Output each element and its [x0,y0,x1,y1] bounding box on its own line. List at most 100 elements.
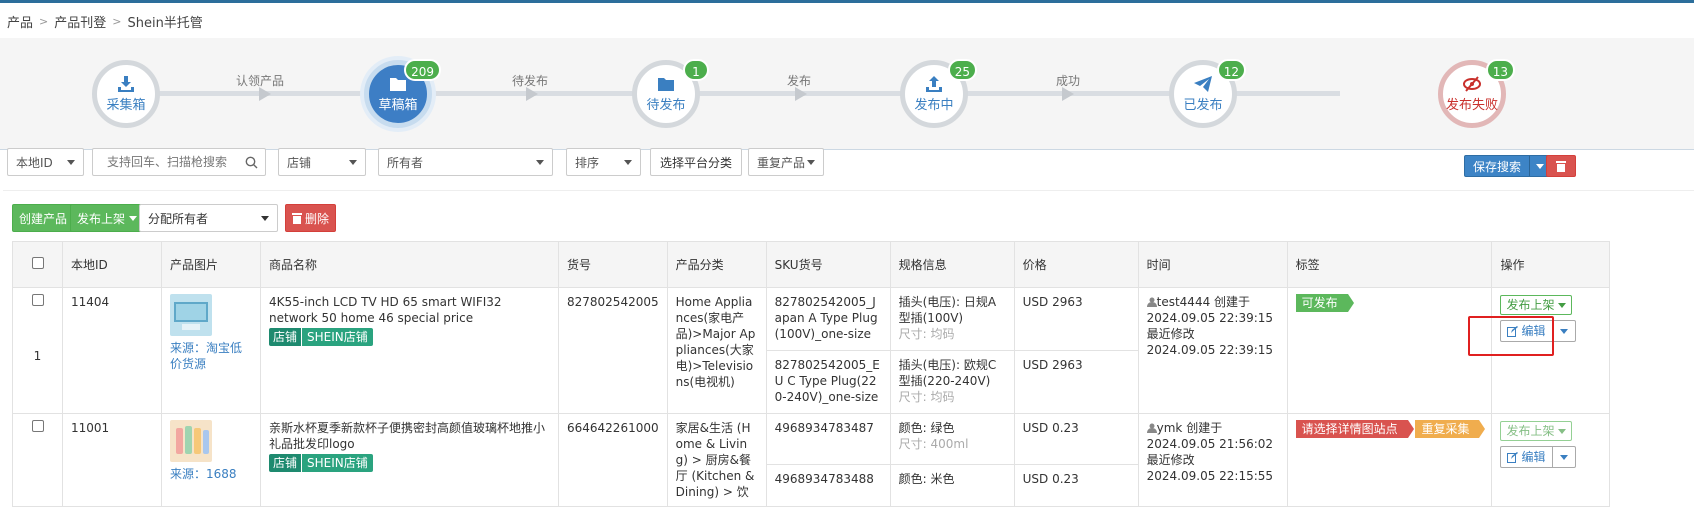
step-pending-publish[interactable]: 待发布 1 [632,59,709,128]
column-header: 标签 [1286,241,1493,288]
row-select-cell [12,413,63,507]
count-badge: 13 [1485,59,1515,81]
breadcrumb-item-shein: Shein半托管 [127,15,203,31]
spec-cell: 插头(电压): 欧规C型插(220-240V) 尺寸: 均码 [889,350,1015,414]
search-box[interactable] [92,148,266,176]
sort-select[interactable]: 排序 [566,148,641,176]
price-cell: USD 2963 [1013,350,1139,414]
eye-slash-icon [1463,75,1481,92]
product-thumbnail[interactable] [170,420,212,462]
spec-cell: 颜色: 米色 [889,463,1015,508]
caret-down-icon [1559,454,1568,460]
count-badge: 12 [1216,59,1246,81]
edit-action-button[interactable]: 编辑 [1500,446,1576,468]
sku-cell: 4968934783487 [765,413,891,465]
caret-down-icon [1557,302,1566,308]
column-header: SKU货号 [765,241,891,288]
step-collection-box[interactable]: 采集箱 [92,60,160,128]
shop-select[interactable]: 店铺 [278,148,366,176]
table-row: 11001 来源：1688 亲斯水杯夏季新款杯子便携密封高颜值玻璃杯地推小礼品批… [12,413,1611,507]
folder-icon [658,77,674,91]
workflow-stepper: 认领产品 待发布 发布 成功 采集箱 草稿箱 209 待发布 1 发布中 25 … [0,38,1694,150]
select-all-checkbox[interactable] [31,257,44,269]
product-name[interactable]: 4K55-inch LCD TV HD 65 smart WIFI32 netw… [269,294,550,326]
arrow-right-icon [526,87,538,101]
folder-icon [390,77,406,91]
stepper-track [150,91,1340,96]
step-published[interactable]: 已发布 12 [1169,59,1246,128]
price-cell: USD 2963 [1013,287,1139,351]
step-draft-box[interactable]: 草稿箱 209 [364,59,441,128]
source-link[interactable]: 来源：1688 [170,466,252,482]
caret-down-icon [129,215,138,221]
time-cell: test4444 创建于 2024.09.05 22:39:15 最近修改 20… [1137,287,1288,414]
local-id-select[interactable]: 本地ID [7,148,84,176]
delete-search-button[interactable] [1546,155,1576,177]
source-link[interactable]: 来源：淘宝低价货源 [170,340,252,372]
edit-icon [1507,451,1519,463]
owner-select[interactable]: 所有者 [378,148,553,176]
create-product-button[interactable]: 创建产品 [12,204,75,232]
local-id-cell: 11404 [62,287,162,414]
breadcrumb-item-product[interactable]: 产品 [7,12,33,31]
column-header[interactable]: 时间 [1137,241,1288,288]
local-id-cell: 11001 [62,413,162,507]
sku-cell: 827802542005_Japan A Type Plug(100V)_one… [765,287,891,351]
user-icon [1146,297,1157,307]
breadcrumb: 产品 > 产品刊登 > Shein半托管 [7,12,203,31]
caret-down-icon [536,160,544,165]
trash-icon [292,213,302,224]
item-no-cell: 827802542005 [558,287,668,414]
chevron-right-icon: > [112,14,122,28]
paper-plane-icon [1194,75,1212,92]
chevron-right-icon: > [39,14,49,28]
column-header[interactable]: 商品名称 [260,241,559,288]
duplicate-product-select[interactable]: 重复产品 [748,148,824,176]
publish-action-button[interactable]: 发布上架 [1500,421,1572,441]
user-icon [1146,423,1157,433]
row-checkbox[interactable] [31,420,44,432]
search-input[interactable] [107,155,247,169]
column-header[interactable]: 价格 [1013,241,1139,288]
product-name-cell: 亲斯水杯夏季新款杯子便携密封高颜值玻璃杯地推小礼品批发印logo 店铺 SHEIN… [260,413,559,507]
spec-cell: 插头(电压): 日规A型插(100V) 尺寸: 均码 [889,287,1015,351]
product-table: 本地ID 产品图片 商品名称 货号 产品分类 SKU货号 规格信息 价格 时间 … [12,241,1611,508]
caret-down-icon [1559,328,1568,334]
tag-duplicate-collect: 重复采集 [1415,420,1486,438]
column-header[interactable]: 本地ID [62,241,162,288]
step-publishing[interactable]: 发布中 25 [900,59,977,128]
step-publish-failed[interactable]: 发布失败 13 [1438,59,1515,128]
edit-dropdown-toggle[interactable] [1553,447,1575,467]
caret-down-icon [1535,163,1544,169]
delete-button[interactable]: 删除 [285,204,337,232]
assign-owner-select[interactable]: 分配所有者 [139,204,278,232]
product-thumbnail[interactable] [170,294,212,336]
sku-cell: 4968934783488 [765,463,891,508]
caret-down-icon [67,160,75,165]
count-badge: 1 [683,59,709,81]
breadcrumb-item-listing[interactable]: 产品刊登 [54,12,106,31]
column-header: 规格信息 [889,241,1015,288]
time-cell: ymk 创建于 2024.09.05 21:56:02 最近修改 2024.09… [1137,413,1288,507]
column-header: 操作 [1491,241,1611,288]
product-name[interactable]: 亲斯水杯夏季新款杯子便携密封高颜值玻璃杯地推小礼品批发印logo [269,420,550,452]
caret-down-icon [624,160,632,165]
edit-dropdown-toggle[interactable] [1553,321,1575,341]
shop-tag: 店铺 SHEIN店铺 [269,454,373,472]
product-image-cell: 来源：1688 [161,413,261,507]
platform-category-button[interactable]: 选择平台分类 [650,148,743,176]
top-accent-bar [0,0,1694,3]
search-icon[interactable] [245,156,258,169]
save-search-button[interactable]: 保存搜索 [1464,155,1551,177]
publish-button[interactable]: 发布上架 [70,204,145,232]
tag-select-detail-site: 请选择详情图站点 [1295,420,1414,438]
publish-action-button[interactable]: 发布上架 [1500,295,1572,315]
trash-icon [1556,161,1566,172]
row-checkbox[interactable] [31,294,44,306]
shop-tag: 店铺 SHEIN店铺 [269,328,373,346]
column-header[interactable]: 货号 [558,241,668,288]
count-badge: 25 [947,59,977,81]
tags-cell: 可发布 [1286,287,1493,414]
arrow-right-icon [259,87,271,101]
item-no-cell: 664642261000 [558,413,668,507]
